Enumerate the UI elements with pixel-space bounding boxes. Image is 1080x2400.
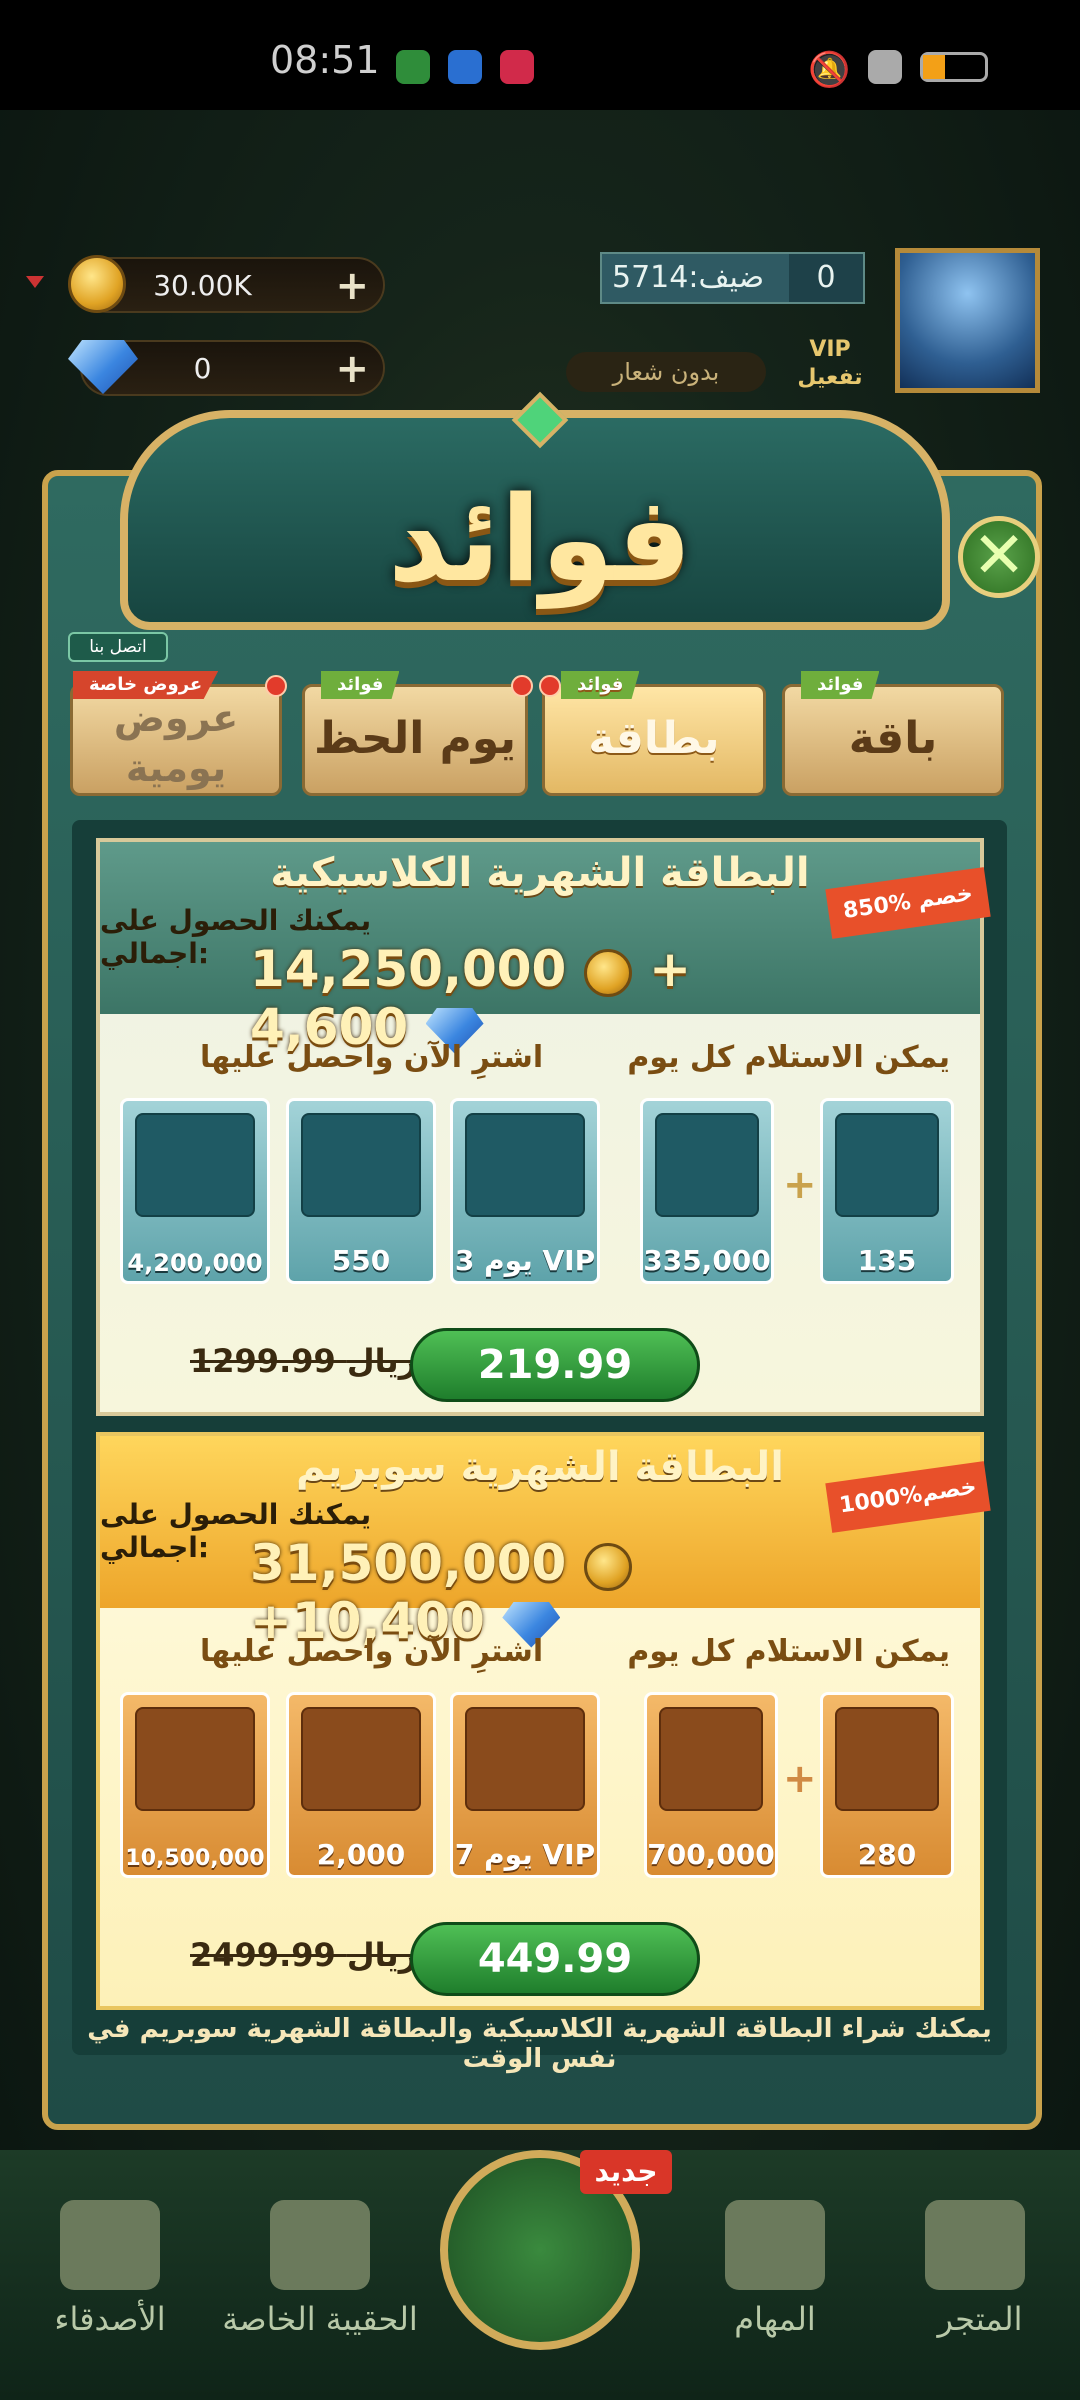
instant-reward-label: اشترِ الآن واحصل عليها xyxy=(200,1040,544,1075)
close-box-icon xyxy=(868,50,902,84)
diamond-pile-icon xyxy=(301,1707,421,1811)
tab-starter-pack[interactable]: فوائد باقة المبتدئ xyxy=(782,671,1004,868)
coin-icon xyxy=(68,255,126,313)
nav-friends[interactable]: الأصدقاء xyxy=(20,2300,200,2338)
add-diamonds-button[interactable]: + xyxy=(335,346,369,392)
plus-icon: + xyxy=(783,1162,817,1208)
cart-icon xyxy=(925,2200,1025,2290)
card-header: البطاقة الشهرية الكلاسيكية يمكنك الحصول … xyxy=(100,842,991,1056)
diamond-pile-icon xyxy=(835,1113,939,1217)
supreme-monthly-card: البطاقة الشهرية سوبريم يمكنك الحصول على … xyxy=(96,1432,991,2010)
nav-store[interactable]: المتجر xyxy=(890,2300,1070,2338)
coin-icon xyxy=(583,948,632,997)
instant-reward-label: اشترِ الآن واحصل عليها xyxy=(200,1634,544,1669)
daily-claim-label: يمكن الاستلام كل يوم xyxy=(627,1634,950,1669)
tab-monthly-card[interactable]: فوائد بطاقة شهرية xyxy=(539,671,766,868)
coin-pile-icon xyxy=(135,1707,255,1811)
nav-private-bag[interactable]: الحقيبة الخاصة xyxy=(220,2300,420,2338)
original-price: 2499.99 ريال xyxy=(190,1936,418,1974)
close-button[interactable]: ✕ xyxy=(958,516,1040,598)
coin-pile-icon xyxy=(659,1707,763,1811)
coin-pile-icon xyxy=(135,1113,255,1217)
instant-reward-item: 3 يوم VIP xyxy=(450,1098,600,1284)
status-time: 08:51 xyxy=(270,38,380,82)
app-screen: 08:51 🔕 30.00K + 0 + ضيف:5714 0 بدون شعا… xyxy=(0,0,1080,2400)
tab-lucky-day[interactable]: فوائد يوم الحظ xyxy=(302,671,533,796)
plus-icon: + xyxy=(783,1756,817,1802)
diamond-pile-icon xyxy=(835,1707,939,1811)
coin-pile-icon xyxy=(655,1113,759,1217)
coin-icon xyxy=(583,1542,632,1591)
new-badge: جديد xyxy=(580,2150,672,2194)
contact-us-button[interactable]: اتصل بنا xyxy=(68,632,168,662)
instant-reward-item: 550 xyxy=(286,1098,436,1284)
guest-id-bar: ضيف:5714 0 xyxy=(600,252,865,304)
buy-classic-button[interactable]: 219.99 xyxy=(410,1328,700,1402)
original-price: 1299.99 ريال xyxy=(190,1342,418,1380)
nav-tasks[interactable]: المهام xyxy=(685,2300,865,2338)
avatar[interactable] xyxy=(895,248,1040,393)
daily-reward-item: 135 xyxy=(820,1098,954,1284)
daily-claim-label: يمكن الاستلام كل يوم xyxy=(627,1040,950,1075)
footer-note: يمكنك شراء البطاقة الشهرية الكلاسيكية وا… xyxy=(87,2014,992,2074)
vip-card-icon xyxy=(465,1113,585,1217)
mute-icon: 🔕 xyxy=(808,50,851,90)
daily-reward-item: 700,000 xyxy=(644,1692,778,1878)
diamond-pile-icon xyxy=(301,1113,421,1217)
bag-icon xyxy=(270,2200,370,2290)
dropdown-icon[interactable] xyxy=(26,276,44,288)
daily-reward-item: 335,000 xyxy=(640,1098,774,1284)
notification-dot xyxy=(539,675,561,697)
app-notification-icon xyxy=(396,50,430,84)
add-coins-button[interactable]: + xyxy=(335,263,369,309)
title-badge: بدون شعار xyxy=(566,352,766,392)
status-bar: 08:51 🔕 xyxy=(0,0,1080,110)
instant-reward-item: 2,000 xyxy=(286,1692,436,1878)
instant-reward-item: 7 يوم VIP xyxy=(450,1692,600,1878)
classic-monthly-card: البطاقة الشهرية الكلاسيكية يمكنك الحصول … xyxy=(96,838,991,1416)
buy-supreme-button[interactable]: 449.99 xyxy=(410,1922,700,1996)
instant-reward-item: 4,200,000 xyxy=(120,1098,270,1284)
card-header: البطاقة الشهرية سوبريم يمكنك الحصول على … xyxy=(100,1436,991,1650)
tab-daily-offers[interactable]: عروض خاصة عروض يومية xyxy=(70,671,287,796)
tasks-icon xyxy=(725,2200,825,2290)
battery-icon xyxy=(920,52,988,82)
vip-card-icon xyxy=(465,1707,585,1811)
instant-reward-item: 10,500,000 xyxy=(120,1692,270,1878)
dialog-title: فوائد xyxy=(387,470,693,608)
youtube-icon xyxy=(500,50,534,84)
friends-icon xyxy=(60,2200,160,2290)
app-notification-icon xyxy=(448,50,482,84)
notification-dot xyxy=(265,675,287,697)
card-total: 31,500,000 +10,400 xyxy=(250,1534,850,1650)
notification-dot xyxy=(511,675,533,697)
card-total: 14,250,000 + 4,600 xyxy=(250,940,692,1056)
daily-reward-item: 280 xyxy=(820,1692,954,1878)
vip-activate-button[interactable]: VIP تفعيل xyxy=(790,336,870,396)
